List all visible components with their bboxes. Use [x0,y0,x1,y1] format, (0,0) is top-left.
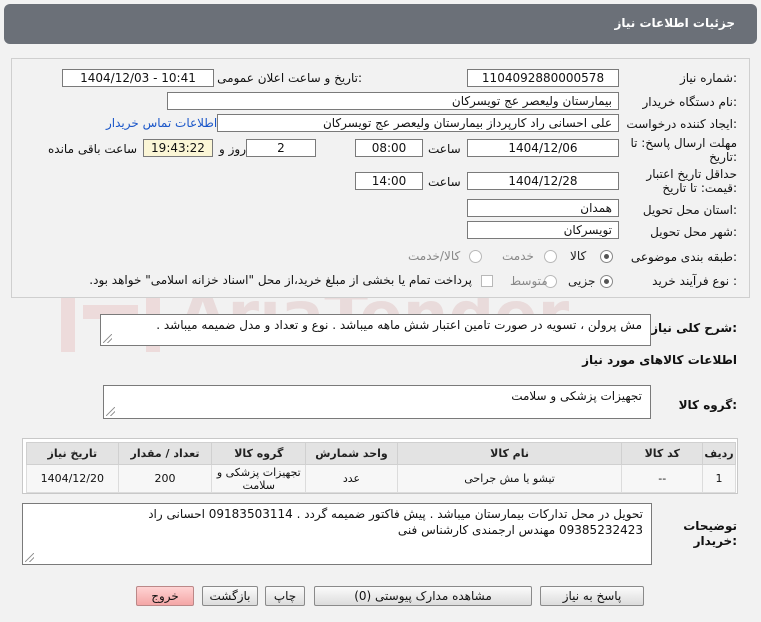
buyer-notes-line1: تحویل در محل تدارکات بیمارستان میباشد . … [148,507,643,521]
col-row-header: ردیف [702,442,736,465]
purchase-minor-radio[interactable] [600,275,613,288]
days-remaining-field: 2 [246,139,316,157]
city-field: تویسرکان [467,221,619,239]
buyer-notes-label: توضیحات خریدار: [683,519,737,548]
resize-grip[interactable] [106,407,115,416]
goods-info-title: اطلاعات کالاهای مورد نیاز [582,353,737,367]
buyer-notes-field: تحویل در محل تدارکات بیمارستان میباشد . … [22,503,652,565]
resize-grip[interactable] [25,553,34,562]
announce-datetime-field: 1404/12/03 - 10:41 [62,69,214,87]
price-validity-time-label: ساعت [428,175,461,189]
remaining-time-label: ساعت باقی مانده [48,142,138,156]
reply-deadline-time: 08:00 [355,139,423,157]
col-date-header: تاریخ نیاز [26,442,119,465]
goods-group-label: گروه کالا: [678,398,737,412]
province-field: همدان [467,199,619,217]
cell-group: تجهیزات پزشکی و سلامت [211,464,307,493]
buyer-org-field: بیمارستان ولیعصر عج تویسرکان [167,92,619,110]
days-label: روز و [219,142,246,156]
category-goods-service-radio[interactable] [469,250,482,263]
remaining-time-field: 19:43:22 [143,139,213,157]
col-unit-header: واحد شمارش [305,442,398,465]
col-qty-header: تعداد / مقدار [117,442,213,465]
purchase-medium-label: متوسط [510,274,548,288]
treasury-checkbox[interactable] [481,275,493,287]
cell-code: -- [621,464,704,493]
cell-date: 1404/12/20 [26,464,119,493]
general-description-field: مش پرولن ، تسویه در صورت تامین اعتبار شش… [100,314,651,346]
resize-grip[interactable] [103,334,112,343]
back-button[interactable]: بازگشت [202,586,258,606]
goods-group-field: تجهیزات پزشکی و سلامت [103,385,651,419]
view-attachments-button[interactable]: مشاهده مدارک پیوستی (0) [314,586,532,606]
announce-datetime-label: تاریخ و ساعت اعلان عمومی: [217,71,362,85]
table-row[interactable]: 1 -- تیشو یا مش جراحی عدد تجهیزات پزشکی … [26,464,736,493]
province-label: استان محل تحویل: [642,203,737,217]
purchase-type-label: نوع فرآیند خرید : [652,274,737,288]
need-number-field: 1104092880000578 [467,69,619,87]
requester-field: علی احسانی راد کارپرداز بیمارستان ولیعصر… [217,114,619,132]
category-goods-service-label: کالا/خدمت [408,249,461,263]
price-validity-label: حداقل تاریخ اعتبار قیمت: تا تاریخ: [646,167,737,195]
col-group-header: گروه کالا [211,442,307,465]
cell-name: تیشو یا مش جراحی [396,464,623,493]
reply-deadline-date: 1404/12/06 [467,139,619,157]
col-code-header: کد کالا [621,442,704,465]
goods-group-text: تجهیزات پزشکی و سلامت [511,389,642,403]
reply-button[interactable]: پاسخ به نیاز [540,586,644,606]
table-header-row: ردیف کد کالا نام کالا واحد شمارش گروه کا… [26,442,736,465]
category-goods-label: کالا [570,249,587,263]
need-number-label: شماره نیاز: [679,71,737,85]
general-description-text: مش پرولن ، تسویه در صورت تامین اعتبار شش… [156,318,642,332]
category-service-label: خدمت [502,249,534,263]
price-validity-date: 1404/12/28 [467,172,619,190]
reply-deadline-time-label: ساعت [428,142,461,156]
city-label: شهر محل تحویل: [650,225,737,239]
cell-qty: 200 [117,464,213,493]
price-validity-time: 14:00 [355,172,423,190]
category-service-radio[interactable] [544,250,557,263]
buyer-org-label: نام دستگاه خریدار: [642,95,738,109]
page-title: جزئیات اطلاعات نیاز [614,16,735,30]
treasury-note: پرداخت تمام یا بخشی از مبلغ خرید،از محل … [89,273,472,287]
cell-row: 1 [702,464,736,493]
goods-table: ردیف کد کالا نام کالا واحد شمارش گروه کا… [22,438,738,494]
col-name-header: نام کالا [396,442,623,465]
page-header: جزئیات اطلاعات نیاز [4,4,757,44]
print-button[interactable]: چاپ [265,586,305,606]
exit-button[interactable]: خروج [136,586,194,606]
category-label: طبقه بندی موضوعی: [630,250,737,264]
cell-unit: عدد [305,464,398,493]
buyer-notes-line2: 09385232423 مهندس ارجمندی کارشناس فنی [397,523,643,537]
general-description-label: شرح کلی نیاز: [651,321,737,335]
requester-label: ایجاد کننده درخواست: [626,117,737,131]
purchase-minor-label: جزیی [568,274,596,288]
reply-deadline-label: مهلت ارسال پاسخ: تا تاریخ: [630,136,737,164]
category-goods-radio[interactable] [600,250,613,263]
buyer-contact-link[interactable]: اطلاعات تماس خریدار [106,116,217,130]
